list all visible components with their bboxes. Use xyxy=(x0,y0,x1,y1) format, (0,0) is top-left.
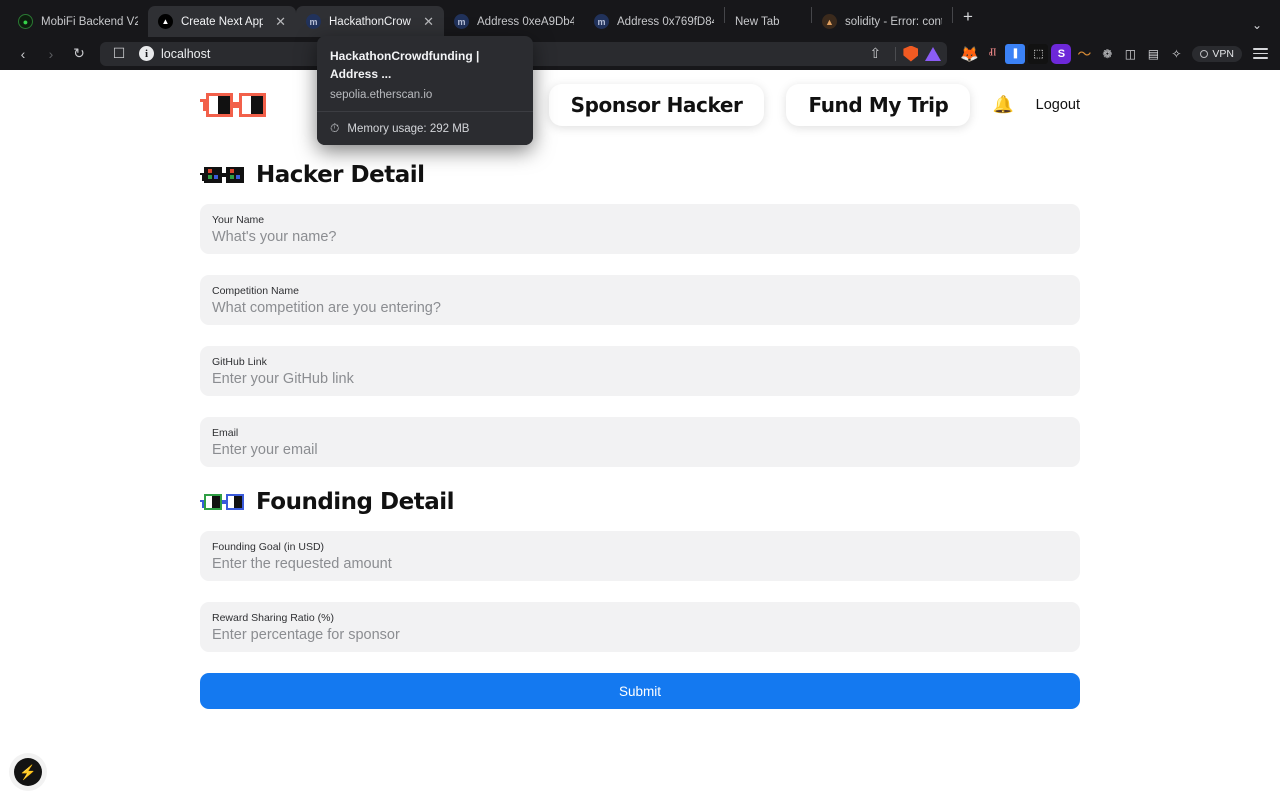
sync-extension-icon[interactable]: S xyxy=(1051,43,1072,64)
divider xyxy=(895,46,897,61)
nextjs-devtools-button[interactable]: ⚡ xyxy=(14,758,42,786)
goggles-icon-blue xyxy=(200,494,244,510)
tab-title: HackathonCrowdfun xyxy=(329,15,411,28)
back-button[interactable]: ‹ xyxy=(10,42,36,66)
field-label: Founding Goal (in USD) xyxy=(212,541,325,553)
tooltip-body: HackathonCrowdfunding | Address ... sepo… xyxy=(317,36,533,111)
section-title: Founding Detail xyxy=(256,489,455,515)
etherscan-icon: m xyxy=(454,14,469,29)
bookmark-icon[interactable]: ☐ xyxy=(106,42,132,66)
browser-tab-address-1[interactable]: m Address 0xeA9Db4374C xyxy=(444,6,584,37)
vpn-button[interactable]: VPN xyxy=(1192,45,1242,62)
hackathon-goggles-logo[interactable] xyxy=(200,90,272,120)
goggles-icon xyxy=(200,93,266,117)
vpn-label: VPN xyxy=(1212,47,1234,60)
page-content: Dashboard Sponsor Hacker Fund My Trip 🔔 … xyxy=(0,70,1280,800)
field-github-link[interactable]: GitHub Link Enter your GitHub link xyxy=(200,346,1080,396)
browser-tab-hackathoncrowdfunding[interactable]: m HackathonCrowdfun ✕ xyxy=(296,6,444,37)
address-bar-right: ⇧ xyxy=(862,42,942,66)
solidity-icon: ▲ xyxy=(822,14,837,29)
site-info-icon[interactable]: i xyxy=(139,46,154,61)
browser-toolbar: ‹ › ↻ ☐ i localhost ⇧ 🦊 ⱊ ❚ ⬚ S 〜 ❁ ◫ ▤ … xyxy=(0,37,1280,70)
field-competition-name[interactable]: Competition Name What competition are yo… xyxy=(200,275,1080,325)
tooltip-memory-row: ⏱ Memory usage: 292 MB xyxy=(317,111,533,145)
field-label: Email xyxy=(212,427,239,439)
field-label: Competition Name xyxy=(212,285,299,297)
tab-title: New Tab xyxy=(735,15,780,28)
etherscan-icon: m xyxy=(594,14,609,29)
submit-button[interactable]: Submit xyxy=(200,673,1080,709)
ai-sparkle-icon[interactable]: ✧ xyxy=(1166,44,1186,64)
new-tab-button[interactable]: + xyxy=(953,8,983,29)
github-link-input[interactable]: Enter your GitHub link xyxy=(212,371,1068,387)
url-text: localhost xyxy=(161,46,211,61)
tab-title: solidity - Error: contract xyxy=(845,15,942,28)
browser-menu-button[interactable] xyxy=(1253,48,1268,59)
metamask-extension-icon[interactable]: 🦊 xyxy=(959,44,979,64)
section-header-hacker-detail: Hacker Detail xyxy=(200,162,1080,188)
form-content: Hacker Detail Your Name What's your name… xyxy=(0,162,1280,709)
browser-tab-create-next-app[interactable]: ▲ Create Next App ✕ xyxy=(148,6,296,37)
browser-tab-mobifi[interactable]: ● MobiFi Backend V2 xyxy=(8,6,148,37)
tooltip-title: HackathonCrowdfunding | Address ... xyxy=(330,49,480,81)
rainbow-extension-icon[interactable]: ⱊ xyxy=(982,44,1002,64)
wallet-icon[interactable]: ▤ xyxy=(1143,44,1163,64)
site-navbar: Dashboard Sponsor Hacker Fund My Trip 🔔 … xyxy=(0,70,1280,140)
tab-strip: ● MobiFi Backend V2 ▲ Create Next App ✕ … xyxy=(0,0,1280,37)
section-header-founding-detail: Founding Detail xyxy=(200,489,1080,515)
tabstrip-right-controls: ⌄ xyxy=(1240,18,1274,37)
field-label: GitHub Link xyxy=(212,356,267,368)
tab-title: MobiFi Backend V2 xyxy=(41,15,138,28)
goggles-icon-dark xyxy=(200,167,244,183)
close-icon[interactable]: ✕ xyxy=(271,15,286,28)
tab-title: Address 0xeA9Db4374C xyxy=(477,15,574,28)
field-founding-goal[interactable]: Founding Goal (in USD) Enter the request… xyxy=(200,531,1080,581)
tab-title: Create Next App xyxy=(181,15,264,28)
section-title: Hacker Detail xyxy=(256,162,425,188)
tooltip-memory-text: Memory usage: 292 MB xyxy=(347,122,470,135)
extension-tray: 🦊 ⱊ ❚ ⬚ S 〜 ❁ ◫ ▤ ✧ VPN xyxy=(955,43,1270,64)
notion-extension-icon[interactable]: ❚ xyxy=(1005,43,1026,64)
chevron-down-icon[interactable]: ⌄ xyxy=(1240,18,1274,32)
field-your-name[interactable]: Your Name What's your name? xyxy=(200,204,1080,254)
tooltip-subtitle: sepolia.etherscan.io xyxy=(330,89,433,101)
triangle-extension-icon[interactable] xyxy=(925,46,942,61)
nav-item-fund-my-trip[interactable]: Fund My Trip xyxy=(786,84,971,126)
nav-item-sponsor-hacker[interactable]: Sponsor Hacker xyxy=(548,84,765,126)
reload-button[interactable]: ↻ xyxy=(66,42,92,66)
snake-extension-icon[interactable]: 〜 xyxy=(1074,44,1094,64)
field-label: Reward Sharing Ratio (%) xyxy=(212,612,334,624)
browser-tab-solidity[interactable]: ▲ solidity - Error: contract xyxy=(812,6,952,37)
nextjs-icon: ▲ xyxy=(158,14,173,29)
field-label: Your Name xyxy=(212,214,265,226)
vpn-status-dot xyxy=(1200,49,1209,58)
email-input[interactable]: Enter your email xyxy=(212,442,1068,458)
browser-chrome: ● MobiFi Backend V2 ▲ Create Next App ✕ … xyxy=(0,0,1280,145)
close-icon[interactable]: ✕ xyxy=(419,15,434,28)
share-icon[interactable]: ⇧ xyxy=(862,42,888,66)
tab-title: Address 0x769fD84bBa xyxy=(617,15,714,28)
notification-bell-icon[interactable]: 🔔 xyxy=(992,95,1013,115)
field-email[interactable]: Email Enter your email xyxy=(200,417,1080,467)
forward-button[interactable]: › xyxy=(38,42,64,66)
mobifi-icon: ● xyxy=(18,14,33,29)
browser-tab-new-tab[interactable]: New Tab xyxy=(725,6,811,37)
browser-tab-address-2[interactable]: m Address 0x769fD84bBa xyxy=(584,6,724,37)
tab-hover-tooltip: HackathonCrowdfunding | Address ... sepo… xyxy=(317,36,533,145)
logout-button[interactable]: Logout xyxy=(1036,97,1080,113)
your-name-input[interactable]: What's your name? xyxy=(212,229,1068,245)
gauge-icon: ⏱ xyxy=(330,121,340,135)
brave-shield-icon[interactable] xyxy=(903,45,919,62)
puzzle-extensions-icon[interactable]: ❁ xyxy=(1097,44,1117,64)
competition-name-input[interactable]: What competition are you entering? xyxy=(212,300,1068,316)
reward-sharing-ratio-input[interactable]: Enter percentage for sponsor xyxy=(212,627,1068,643)
etherscan-icon: m xyxy=(306,14,321,29)
founding-goal-input[interactable]: Enter the requested amount xyxy=(212,556,1068,572)
sidebar-toggle-icon[interactable]: ◫ xyxy=(1120,44,1140,64)
grid-extension-icon[interactable]: ⬚ xyxy=(1028,43,1049,64)
field-reward-sharing-ratio[interactable]: Reward Sharing Ratio (%) Enter percentag… xyxy=(200,602,1080,652)
